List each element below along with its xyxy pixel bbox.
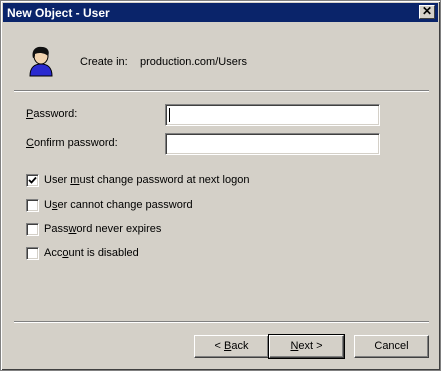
title-bar[interactable]: New Object - User ✕ <box>3 3 438 22</box>
option-label: Account is disabled <box>44 247 139 259</box>
password-label: Password: <box>26 108 78 120</box>
back-button[interactable]: < Back <box>194 335 269 358</box>
user-icon <box>29 46 53 77</box>
checkbox[interactable] <box>26 247 39 260</box>
close-button[interactable]: ✕ <box>419 5 435 19</box>
close-icon: ✕ <box>421 4 433 18</box>
text-caret <box>169 108 170 122</box>
create-in-label: Create in: <box>80 56 128 68</box>
separator <box>14 90 429 92</box>
next-button[interactable]: Next > <box>268 334 345 359</box>
separator <box>14 321 429 323</box>
create-in-path: production.com/Users <box>140 56 247 68</box>
checkbox[interactable] <box>26 199 39 212</box>
password-field[interactable] <box>165 104 380 126</box>
option-label: Password never expires <box>44 223 162 235</box>
confirm-password-label: Confirm password: <box>26 137 118 149</box>
checkmark-icon <box>28 176 37 184</box>
window-title: New Object - User <box>7 6 110 20</box>
confirm-password-field[interactable] <box>165 133 380 155</box>
checkbox[interactable] <box>26 174 39 187</box>
option-label: User must change password at next logon <box>44 174 250 186</box>
option-label: User cannot change password <box>44 199 193 211</box>
dialog-window: New Object - User ✕ Create in: productio… <box>0 0 441 371</box>
checkbox[interactable] <box>26 223 39 236</box>
cancel-button[interactable]: Cancel <box>354 335 429 358</box>
